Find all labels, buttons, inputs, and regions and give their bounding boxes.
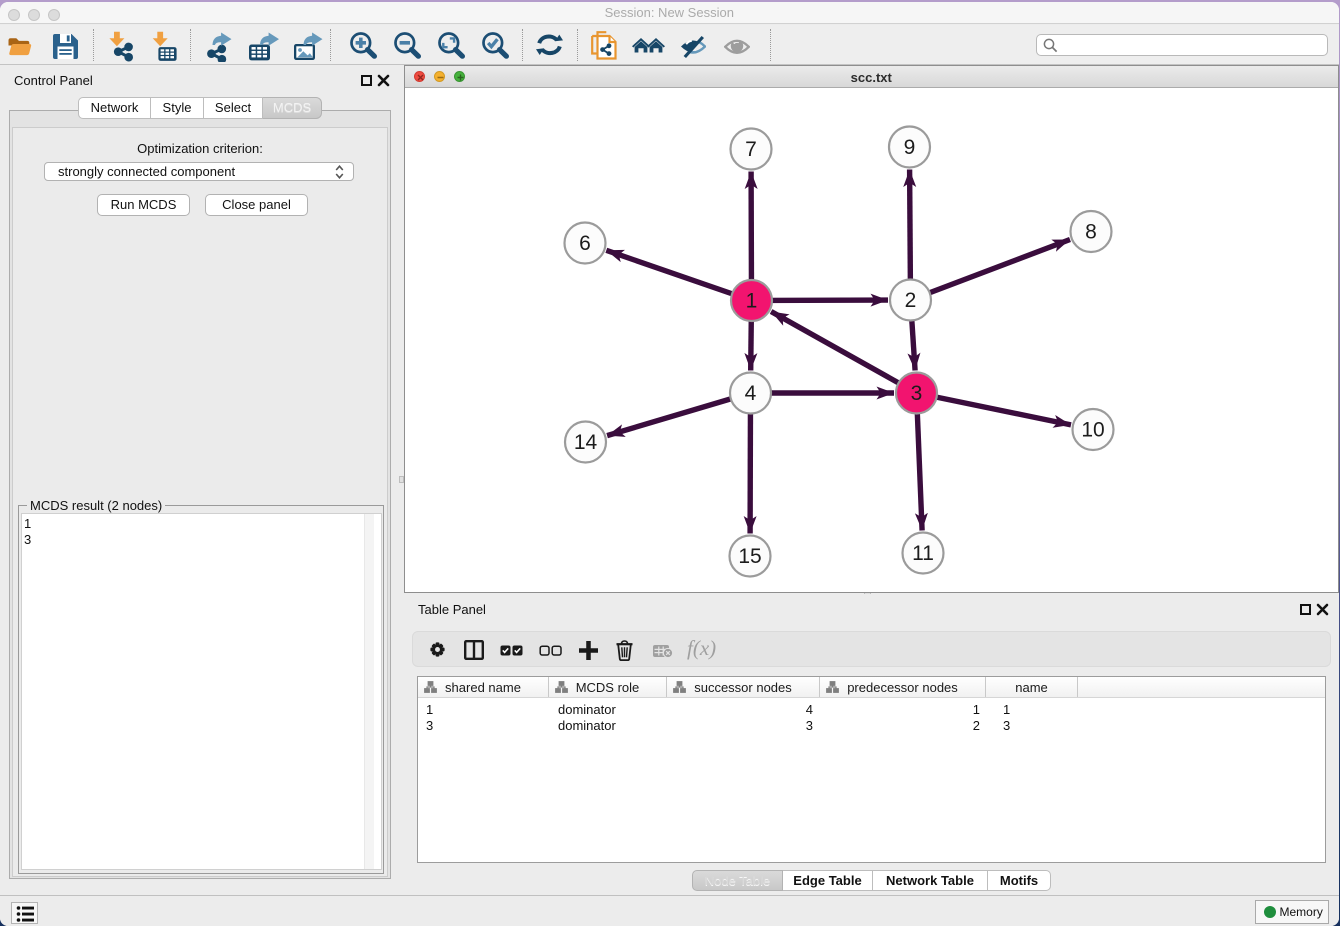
svg-text:1: 1 (746, 290, 758, 313)
svg-text:2: 2 (905, 289, 917, 312)
svg-text:9: 9 (904, 136, 916, 159)
svg-text:6: 6 (579, 232, 591, 255)
svg-text:7: 7 (745, 138, 757, 161)
svg-text:14: 14 (574, 431, 598, 454)
svg-text:10: 10 (1081, 419, 1104, 442)
svg-text:11: 11 (912, 542, 934, 565)
svg-text:15: 15 (738, 545, 761, 568)
svg-text:3: 3 (911, 382, 923, 405)
svg-text:4: 4 (745, 382, 757, 405)
svg-text:8: 8 (1085, 221, 1097, 244)
